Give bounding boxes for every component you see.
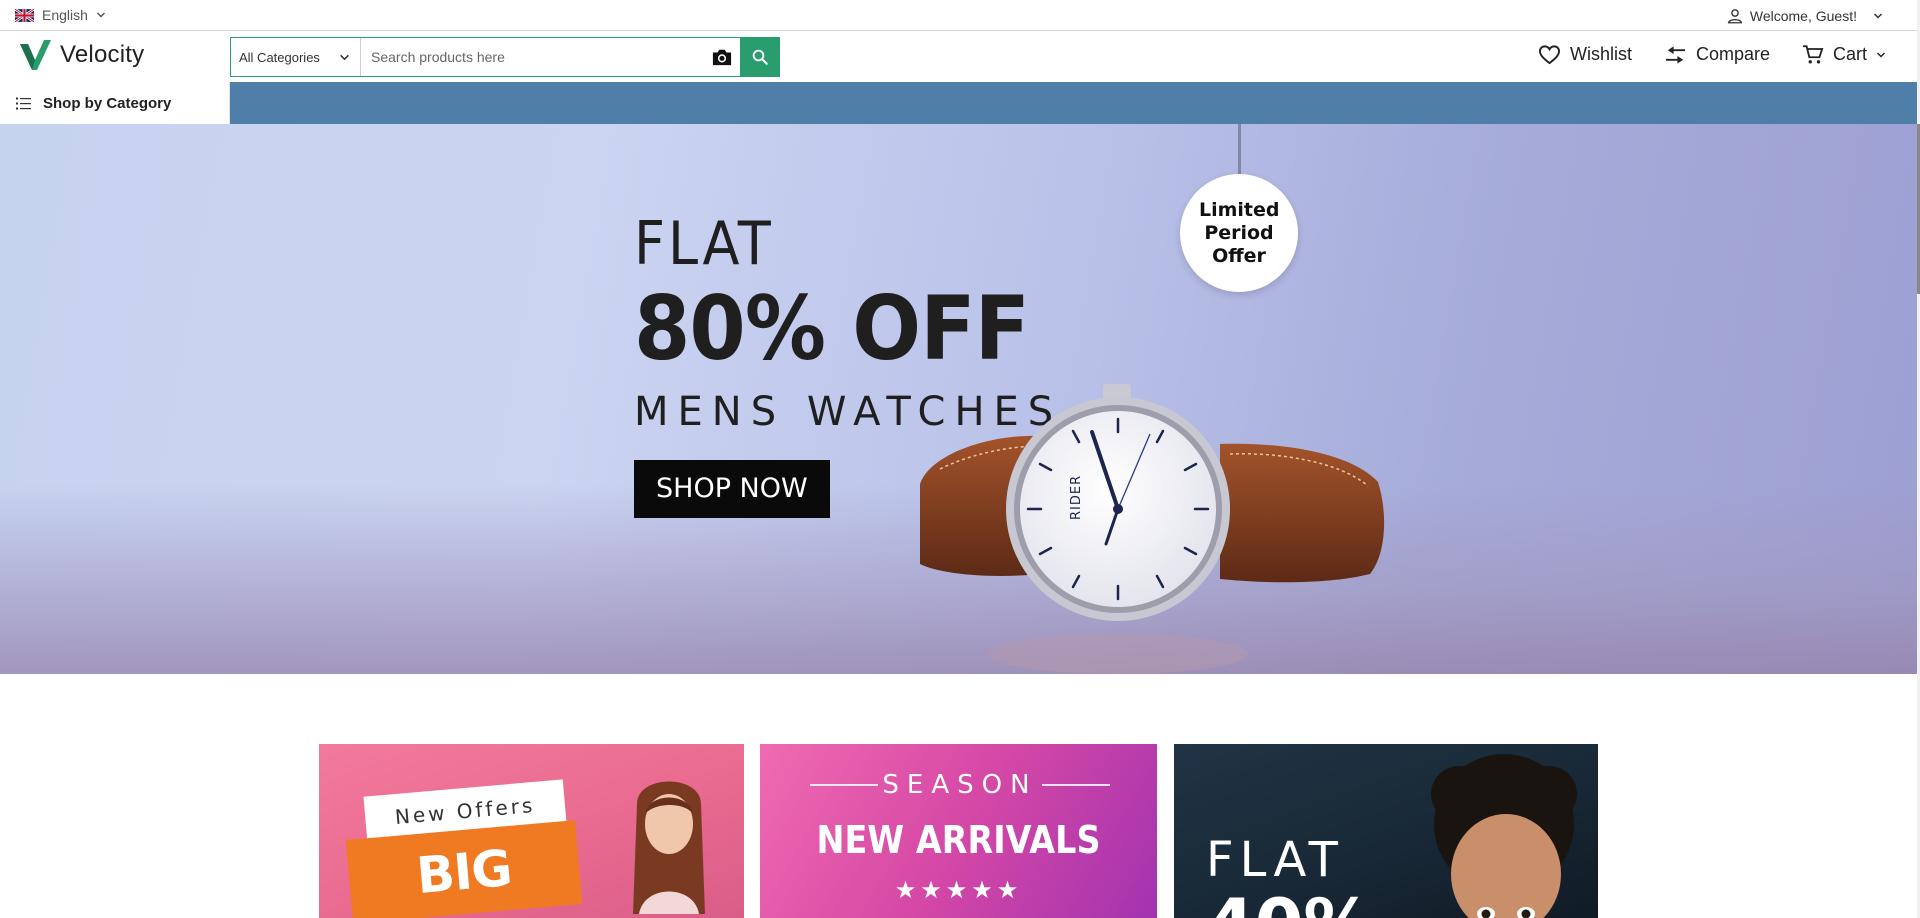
hero-discount-text: 80% OFF xyxy=(634,277,1030,380)
season-tag: SEASON xyxy=(882,770,1038,800)
flat-text: FLAT xyxy=(1206,832,1344,888)
watch-image: RIDER xyxy=(920,384,1385,674)
chevron-down-icon xyxy=(340,54,349,60)
compare-link[interactable]: Compare xyxy=(1664,44,1770,65)
watch-brand-text: RIDER xyxy=(1069,475,1084,520)
user-icon xyxy=(1727,9,1743,24)
top-strip: English Welcome, Guest! xyxy=(0,0,1918,31)
header-actions: Wishlist Compare Cart xyxy=(1538,44,1886,65)
season-row: SEASON xyxy=(810,770,1110,800)
cart-link[interactable]: Cart xyxy=(1802,44,1886,65)
wishlist-label: Wishlist xyxy=(1569,44,1632,64)
shop-by-category-label: Shop by Category xyxy=(43,94,172,112)
camera-icon xyxy=(712,49,732,66)
flat-discount-banner[interactable]: FLAT 40% xyxy=(1174,744,1598,918)
logo-text: Velocity xyxy=(60,41,145,68)
account-menu[interactable]: Welcome, Guest! xyxy=(1726,7,1883,25)
category-select[interactable]: All Categories xyxy=(231,38,361,76)
hero-banner[interactable]: FLAT 80% OFF MENS WATCHES SHOP NOW Limit… xyxy=(0,124,1918,674)
velocity-logo-icon xyxy=(20,40,51,70)
welcome-label: Welcome, Guest! xyxy=(1749,8,1857,24)
new-arrivals-title: NEW ARRIVALS xyxy=(816,818,1101,862)
heart-icon xyxy=(1538,45,1560,65)
site-logo[interactable]: Velocity xyxy=(18,38,144,72)
child-image xyxy=(1431,754,1577,918)
shop-now-button[interactable]: SHOP NOW xyxy=(634,460,830,518)
language-selector[interactable]: English xyxy=(15,7,106,23)
language-label: English xyxy=(42,7,88,23)
chevron-down-icon xyxy=(1873,13,1883,19)
cart-icon xyxy=(1802,45,1824,64)
star-rating: ★★★★★ xyxy=(894,877,1023,904)
compare-label: Compare xyxy=(1695,44,1770,64)
shop-by-category-button[interactable]: Shop by Category xyxy=(0,82,230,124)
hero-flat-text: FLAT xyxy=(634,209,774,279)
main-header: Velocity All Categories Wishlis xyxy=(0,32,1918,82)
cart-label: Cart xyxy=(1832,44,1867,64)
chevron-down-icon xyxy=(1876,51,1886,58)
season-divider xyxy=(810,784,878,786)
category-select-value: All Categories xyxy=(239,49,320,65)
wishlist-link[interactable]: Wishlist xyxy=(1538,44,1632,65)
limited-offer-text: Limited Period Offer xyxy=(1199,198,1280,267)
chevron-down-icon xyxy=(96,12,105,18)
image-search-button[interactable] xyxy=(704,38,740,76)
model-image xyxy=(633,781,705,914)
season-divider xyxy=(1041,784,1110,786)
big-sale-banner[interactable]: New Offers BIG SALE xyxy=(319,744,744,918)
list-menu-icon xyxy=(16,97,31,109)
compare-arrows-icon xyxy=(1665,45,1686,64)
search-input[interactable] xyxy=(361,38,704,76)
new-arrivals-banner[interactable]: SEASON NEW ARRIVALS ★★★★★ xyxy=(760,744,1157,918)
discount-percent: 40% xyxy=(1206,890,1374,918)
search-button[interactable] xyxy=(740,37,780,77)
uk-flag-icon xyxy=(15,8,34,22)
limited-offer-badge: Limited Period Offer xyxy=(1180,174,1298,292)
badge-hanger xyxy=(1238,124,1241,176)
search-icon xyxy=(752,49,768,65)
search-bar: All Categories xyxy=(230,37,780,77)
category-nav-bar: Shop by Category xyxy=(0,82,1918,124)
